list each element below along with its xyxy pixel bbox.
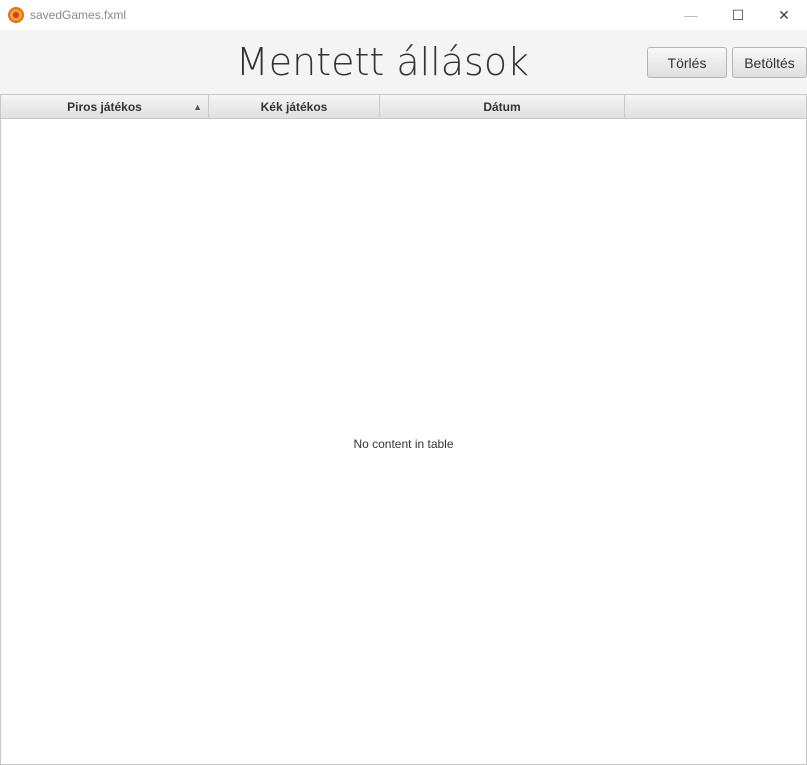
empty-table-placeholder: No content in table xyxy=(353,437,454,451)
saved-games-table[interactable]: Piros játékos ▲ Kék játékos Dátum No cont… xyxy=(0,94,807,765)
column-header-filler xyxy=(625,95,806,119)
maximize-button[interactable]: ☐ xyxy=(723,5,753,25)
minimize-button[interactable]: — xyxy=(676,5,706,25)
column-header-red-player[interactable]: Piros játékos ▲ xyxy=(1,95,209,119)
window-title: savedGames.fxml xyxy=(30,8,127,22)
column-label: Piros játékos xyxy=(67,100,142,114)
load-button[interactable]: Betöltés xyxy=(732,47,807,78)
title-bar: savedGames.fxml — ☐ ✕ xyxy=(0,0,807,30)
delete-button[interactable]: Törlés xyxy=(647,47,727,78)
app-icon xyxy=(8,7,24,23)
column-header-blue-player[interactable]: Kék játékos xyxy=(209,95,380,119)
main-content: Mentett állások Törlés Betöltés Piros já… xyxy=(0,30,807,765)
sort-ascending-icon: ▲ xyxy=(193,102,202,112)
table-header: Piros játékos ▲ Kék játékos Dátum xyxy=(1,95,806,119)
column-header-date[interactable]: Dátum xyxy=(380,95,625,119)
close-button[interactable]: ✕ xyxy=(769,5,799,25)
